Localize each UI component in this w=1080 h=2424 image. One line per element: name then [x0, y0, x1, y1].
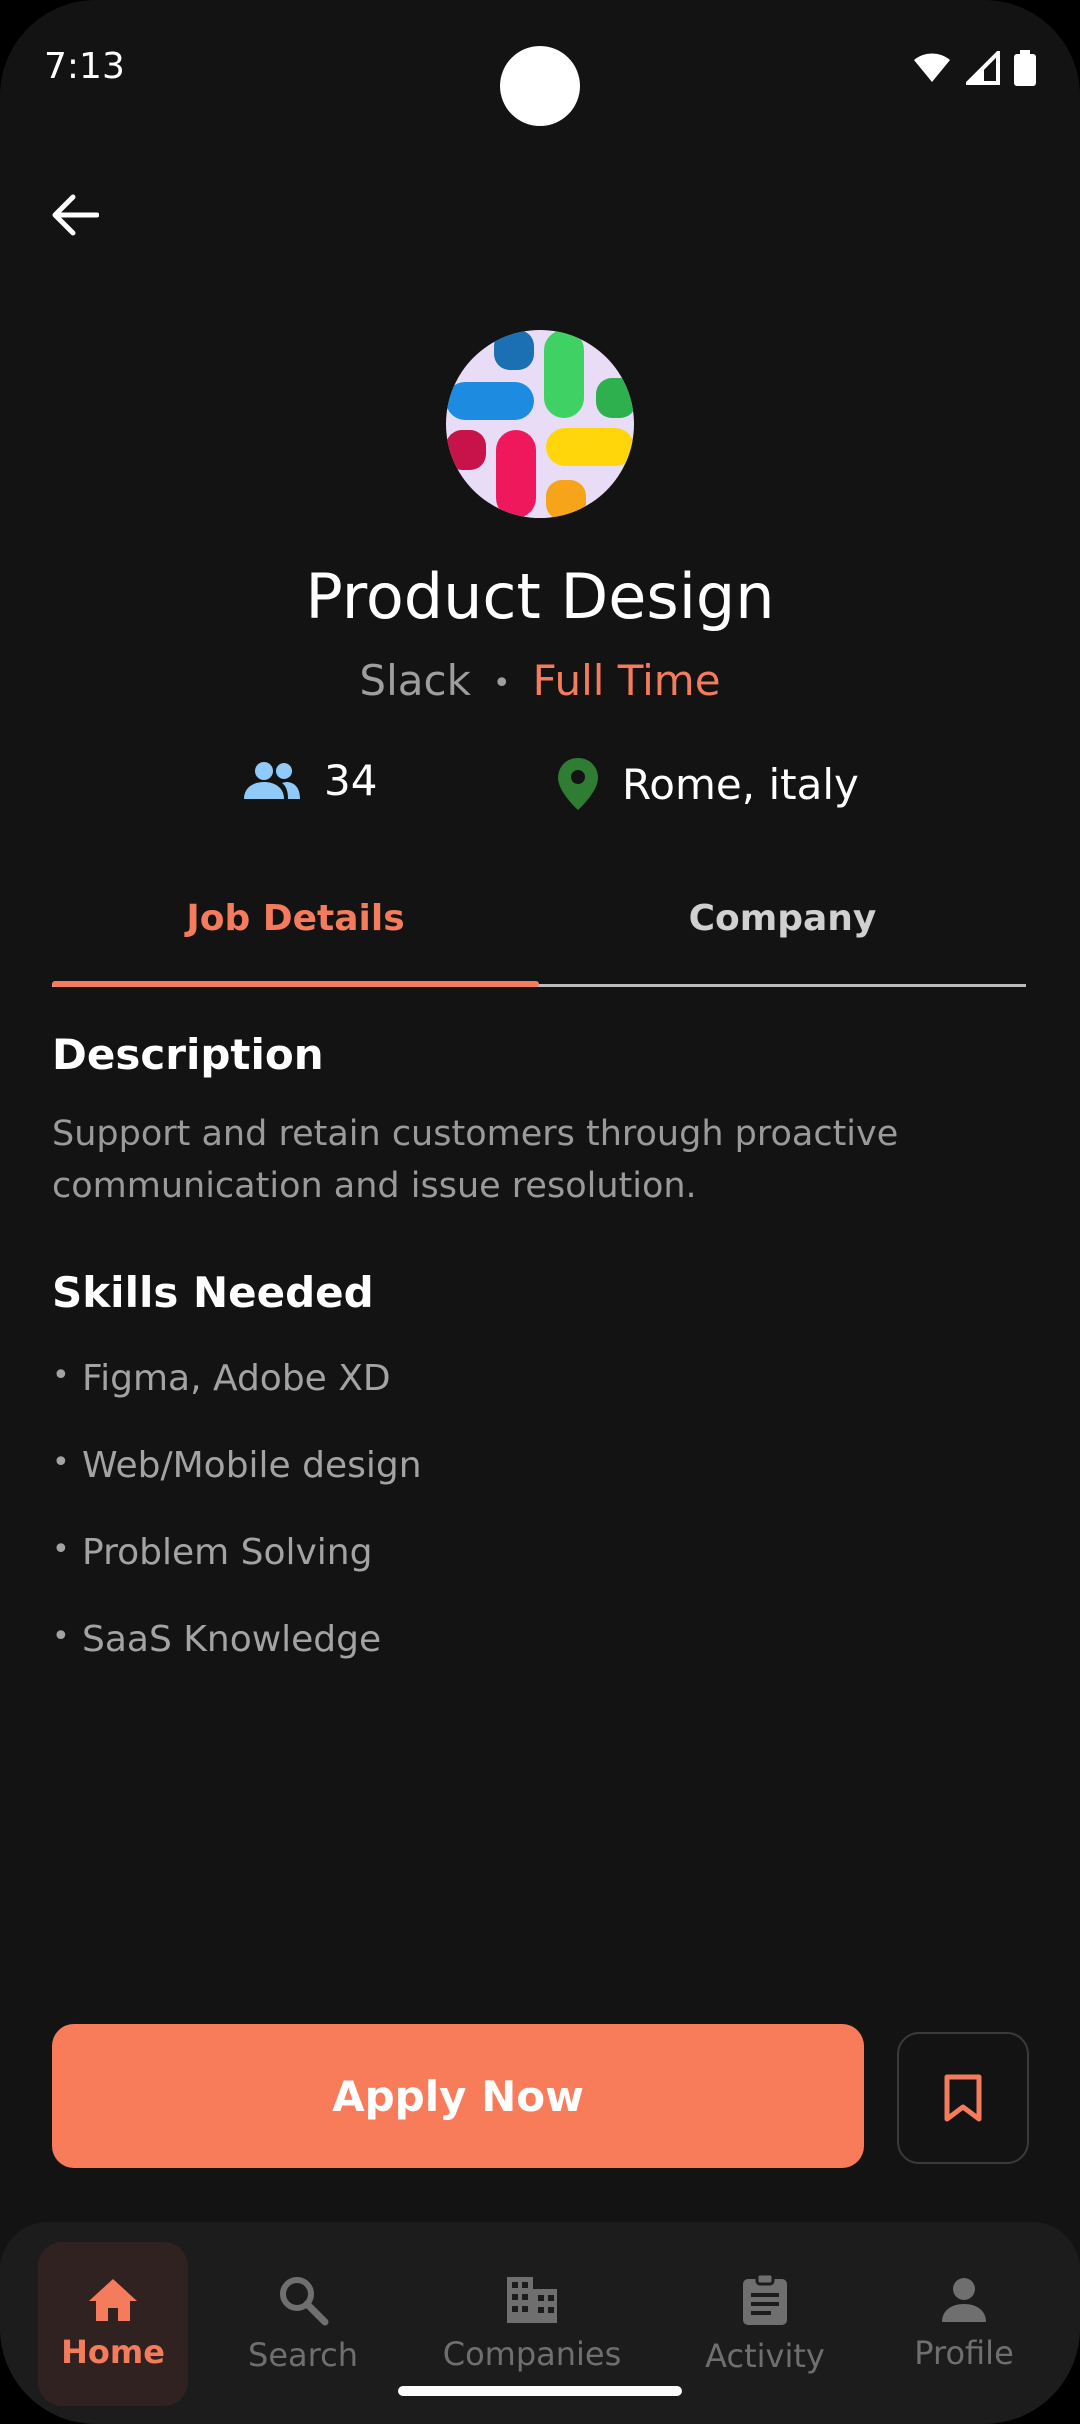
nav-companies-label: Companies [442, 2335, 622, 2373]
location-value: Rome, italy [622, 759, 859, 809]
skill-label: Figma, Adobe XD [82, 1358, 391, 1399]
list-item: • SaaS Knowledge [52, 1619, 422, 1706]
people-icon [244, 761, 300, 799]
home-indicator[interactable] [398, 2386, 682, 2396]
status-time: 7:13 [44, 46, 125, 87]
nav-profile-label: Profile [914, 2334, 1014, 2372]
job-meta: 34 Rome, italy [0, 756, 1080, 816]
battery-icon [1014, 50, 1036, 86]
company-logo [446, 330, 634, 518]
job-subtitle: Slack • Full Time [0, 656, 1080, 705]
tab-indicator [52, 981, 539, 987]
nav-search[interactable]: Search [213, 2242, 393, 2406]
nav-activity-label: Activity [705, 2337, 825, 2375]
description-heading: Description [52, 1030, 324, 1079]
list-item: • Web/Mobile design [52, 1445, 422, 1532]
nav-home[interactable]: Home [38, 2242, 188, 2406]
employment-type: Full Time [532, 656, 721, 705]
wifi-icon [914, 53, 950, 82]
company-name: Slack [359, 656, 471, 705]
bullet: • [52, 1445, 70, 1480]
search-icon [280, 2277, 329, 2326]
location-pin-icon [558, 758, 598, 810]
applicants-value: 34 [324, 756, 378, 805]
nav-companies[interactable]: Companies [432, 2242, 632, 2406]
bullet: • [52, 1532, 70, 1567]
apply-now-button[interactable]: Apply Now [52, 2024, 864, 2168]
nav-activity[interactable]: Activity [675, 2242, 855, 2406]
tab-company[interactable]: Company [539, 898, 1026, 939]
signal-icon [966, 51, 1000, 85]
skill-label: Problem Solving [82, 1532, 373, 1573]
skills-heading: Skills Needed [52, 1268, 374, 1317]
bullet: • [52, 1358, 70, 1393]
separator-dot: • [492, 666, 511, 701]
slack-logo-icon [446, 330, 634, 518]
clipboard-icon [743, 2273, 787, 2325]
arrow-left-icon [52, 194, 99, 236]
nav-profile[interactable]: Profile [874, 2242, 1054, 2406]
building-icon [507, 2277, 557, 2323]
home-icon [89, 2279, 137, 2321]
bookmark-icon [944, 2074, 982, 2122]
skill-label: Web/Mobile design [82, 1445, 422, 1486]
tab-job-details[interactable]: Job Details [52, 898, 539, 939]
skill-label: SaaS Knowledge [82, 1619, 382, 1660]
applicants-count: 34 [242, 756, 377, 805]
skills-list: • Figma, Adobe XD • Web/Mobile design • Pro… [52, 1358, 422, 1706]
list-item: • Figma, Adobe XD [52, 1358, 422, 1445]
description-text: Support and retain customers through pro… [52, 1114, 899, 1206]
list-item: • Problem Solving [52, 1532, 422, 1619]
status-icons [912, 50, 1036, 86]
nav-search-label: Search [248, 2336, 358, 2374]
job-title: Product Design [305, 560, 775, 633]
bookmark-button[interactable] [897, 2032, 1029, 2164]
camera-cutout [500, 46, 580, 126]
detail-tabs: Job Details Company [52, 880, 1026, 987]
job-details-screen: 7:13 Product Design Slack • Full Time 34… [0, 0, 1080, 2424]
nav-home-label: Home [61, 2333, 165, 2371]
bullet: • [52, 1619, 70, 1654]
person-icon [942, 2278, 986, 2322]
job-location: Rome, italy [556, 756, 859, 812]
back-button[interactable] [40, 180, 110, 250]
